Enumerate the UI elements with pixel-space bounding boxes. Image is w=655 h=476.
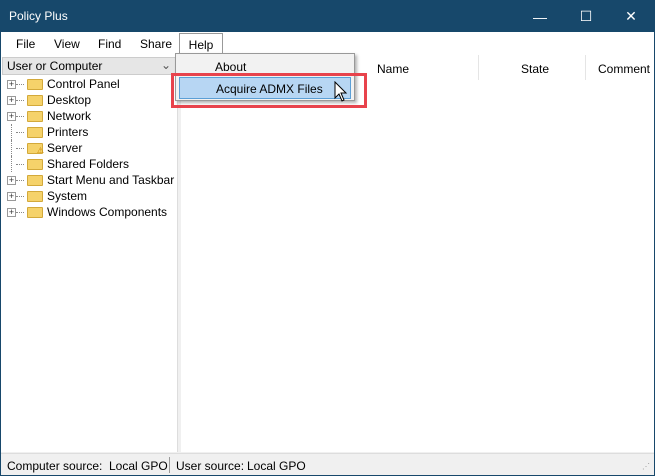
maximize-button[interactable]: ☐ (563, 1, 609, 32)
tree-node[interactable]: Printers (7, 124, 174, 140)
expand-icon[interactable]: + (7, 191, 16, 201)
window-title: Policy Plus (9, 9, 68, 23)
tree-node-label: Control Panel (47, 77, 120, 91)
status-bar: Computer source: Local GPO User source: … (1, 453, 654, 475)
computer-source-value: Local GPO (109, 459, 168, 473)
folder-icon (27, 110, 43, 122)
tree-node[interactable]: + Network (7, 108, 174, 124)
chevron-down-icon: ⌄ (160, 58, 171, 72)
tree-node-label: Windows Components (47, 205, 168, 219)
tree-node-label: Printers (47, 125, 89, 139)
column-header-state[interactable]: State (479, 55, 586, 80)
title-bar: Policy Plus — ☐ ✕ (1, 1, 654, 32)
menu-bar: File View Find Share Help (1, 32, 654, 56)
menu-share[interactable]: Share (140, 35, 172, 53)
tree-node[interactable]: Shared Folders (7, 156, 174, 172)
tree-connector (16, 131, 24, 133)
user-source-value: Local GPO (247, 459, 306, 473)
expand-icon[interactable]: + (7, 111, 16, 121)
computer-source-label: Computer source: (7, 459, 103, 473)
tree-node[interactable]: + Start Menu and Taskbar (7, 172, 174, 188)
tree-node-label: Desktop (47, 93, 92, 107)
tree-connector (16, 195, 24, 197)
expand-icon[interactable]: + (7, 207, 16, 217)
scope-select-value: User or Computer (7, 59, 103, 73)
folder-icon (27, 126, 43, 138)
minimize-button[interactable]: — (517, 1, 563, 32)
column-header-comment[interactable]: Comment (586, 55, 654, 80)
tree-node[interactable]: + Control Panel (7, 76, 174, 92)
tree-connector (16, 163, 24, 165)
policy-list: Name State Comment (181, 55, 654, 452)
user-source-label: User source: (176, 459, 245, 473)
tree-node-label: Start Menu and Taskbar (47, 173, 175, 187)
category-pane: User or Computer ⌄ + Control Panel + Desktop… (1, 55, 178, 452)
tree-connector (16, 211, 24, 213)
folder-icon (27, 174, 43, 186)
tree-connector (16, 115, 24, 117)
tree-node[interactable]: + Desktop (7, 92, 174, 108)
folder-icon (27, 94, 43, 106)
menu-find[interactable]: Find (98, 35, 121, 53)
folder-icon (27, 158, 43, 170)
resize-grip-icon[interactable]: ⋰ (642, 462, 650, 471)
tree-node-label: Network (47, 109, 92, 123)
category-tree: + Control Panel + Desktop + Network Printers ⚠ S… (7, 76, 174, 220)
tree-node[interactable]: + Windows Components (7, 204, 174, 220)
folder-icon (27, 206, 43, 218)
tree-node[interactable]: + System (7, 188, 174, 204)
folder-icon: ⚠ (27, 142, 44, 155)
folder-icon (27, 78, 43, 90)
tree-node-label: System (47, 189, 88, 203)
warning-icon: ⚠ (36, 145, 44, 155)
folder-icon (27, 190, 43, 202)
tree-connector (16, 99, 24, 101)
tree-connector (16, 147, 24, 149)
status-divider (169, 457, 170, 473)
tree-node-label: Shared Folders (47, 157, 130, 171)
mouse-cursor-icon (334, 81, 348, 102)
tree-connector (16, 179, 24, 181)
tree-node-label: Server (47, 141, 83, 155)
scope-select[interactable]: User or Computer ⌄ (2, 57, 176, 75)
menu-file[interactable]: File (16, 35, 35, 53)
menu-view[interactable]: View (54, 35, 80, 53)
expand-icon[interactable]: + (7, 79, 16, 89)
expand-icon[interactable]: + (7, 175, 16, 185)
tree-node[interactable]: ⚠ Server (7, 140, 174, 156)
expand-icon[interactable]: + (7, 95, 16, 105)
tree-connector (16, 83, 24, 85)
close-button[interactable]: ✕ (608, 1, 654, 32)
